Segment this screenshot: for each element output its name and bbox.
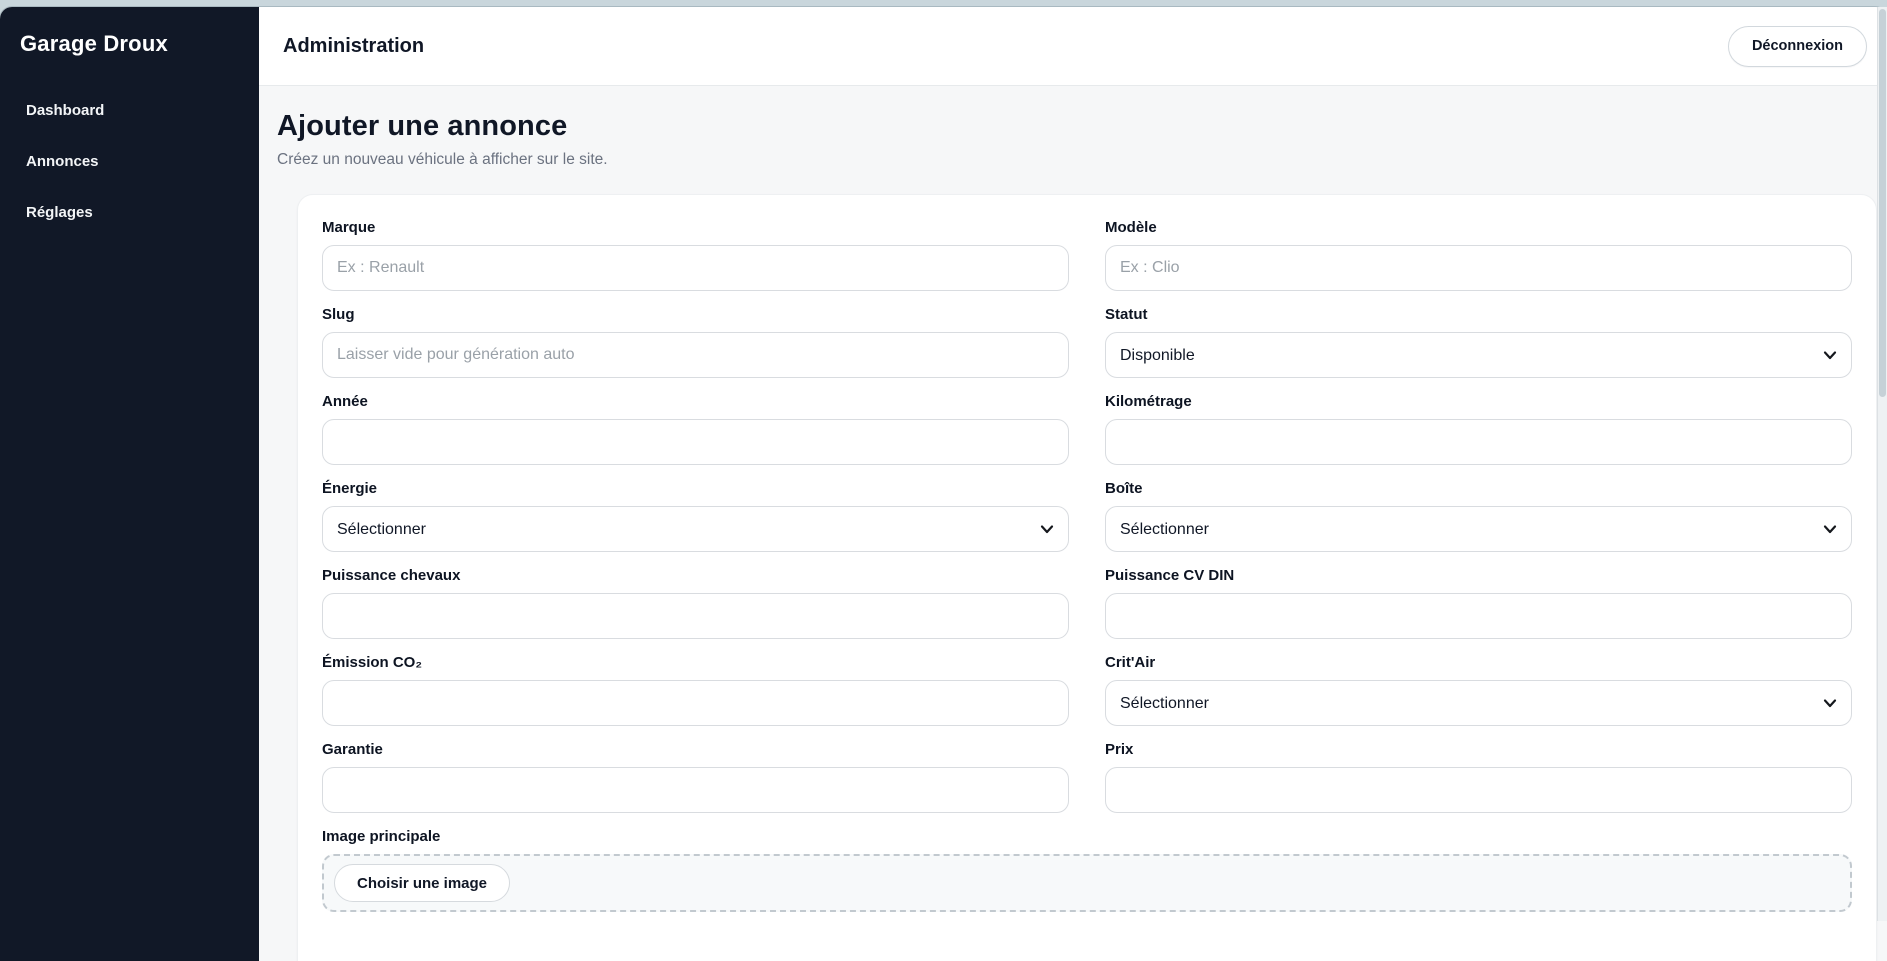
puissance-chevaux-input[interactable] [322,593,1069,639]
field-puissance-chevaux: Puissance chevaux [322,567,1069,639]
field-emission-co2: Émission CO₂ [322,654,1069,726]
emission-co2-input[interactable] [322,680,1069,726]
kilometrage-input[interactable] [1105,419,1852,465]
field-image-principale: Image principale Choisir une image [322,828,1852,912]
logout-button[interactable]: Déconnexion [1728,26,1867,67]
field-puissance-cv-din: Puissance CV DIN [1105,567,1852,639]
sidebar-item-dashboard[interactable]: Dashboard [0,85,259,136]
topbar-title: Administration [283,35,424,58]
field-modele: Modèle [1105,219,1852,291]
field-garantie: Garantie [322,741,1069,813]
field-label-energie: Énergie [322,480,1069,497]
field-label-puissance-chevaux: Puissance chevaux [322,567,1069,584]
field-statut: Statut Disponible [1105,306,1852,378]
page-title: Ajouter une annonce [277,110,1877,143]
prix-input[interactable] [1105,767,1852,813]
content: Ajouter une annonce Créez un nouveau véh… [259,86,1887,961]
field-slug: Slug [322,306,1069,378]
marque-input[interactable] [322,245,1069,291]
critair-select-wrap: Sélectionner [1105,680,1852,726]
field-label-slug: Slug [322,306,1069,323]
brand: Garage Droux [0,31,259,57]
field-boite: Boîte Sélectionner [1105,480,1852,552]
choose-image-button[interactable]: Choisir une image [334,864,510,902]
image-dropzone[interactable]: Choisir une image [322,854,1852,912]
statut-select[interactable]: Disponible [1105,332,1852,378]
slug-input[interactable] [322,332,1069,378]
field-label-boite: Boîte [1105,480,1852,497]
app-window: Garage Droux Dashboard Annonces Réglages… [0,7,1887,961]
field-label-critair: Crit'Air [1105,654,1852,671]
sidebar-item-annonces[interactable]: Annonces [0,136,259,187]
form-grid: Marque Modèle Slug Statut [322,219,1852,912]
scrollbar-thumb[interactable] [1879,9,1886,397]
garantie-input[interactable] [322,767,1069,813]
field-label-prix: Prix [1105,741,1852,758]
page-scrollbar[interactable] [1877,7,1887,921]
energie-select-wrap: Sélectionner [322,506,1069,552]
main-area: Administration Déconnexion Ajouter une a… [259,7,1887,961]
field-label-image-principale: Image principale [322,828,1852,845]
page-subtitle: Créez un nouveau véhicule à afficher sur… [277,151,1877,169]
field-critair: Crit'Air Sélectionner [1105,654,1852,726]
field-label-modele: Modèle [1105,219,1852,236]
field-label-annee: Année [322,393,1069,410]
field-kilometrage: Kilométrage [1105,393,1852,465]
field-prix: Prix [1105,741,1852,813]
field-marque: Marque [322,219,1069,291]
energie-select[interactable]: Sélectionner [322,506,1069,552]
add-annonce-form-card: Marque Modèle Slug Statut [297,194,1877,961]
puissance-cv-din-input[interactable] [1105,593,1852,639]
field-label-puissance-cv-din: Puissance CV DIN [1105,567,1852,584]
topbar: Administration Déconnexion [259,7,1887,86]
boite-select[interactable]: Sélectionner [1105,506,1852,552]
sidebar-item-reglages[interactable]: Réglages [0,187,259,238]
field-energie: Énergie Sélectionner [322,480,1069,552]
statut-select-wrap: Disponible [1105,332,1852,378]
field-annee: Année [322,393,1069,465]
annee-input[interactable] [322,419,1069,465]
modele-input[interactable] [1105,245,1852,291]
field-label-kilometrage: Kilométrage [1105,393,1852,410]
field-label-statut: Statut [1105,306,1852,323]
boite-select-wrap: Sélectionner [1105,506,1852,552]
field-label-marque: Marque [322,219,1069,236]
field-label-emission-co2: Émission CO₂ [322,654,1069,671]
critair-select[interactable]: Sélectionner [1105,680,1852,726]
sidebar: Garage Droux Dashboard Annonces Réglages [0,7,259,961]
field-label-garantie: Garantie [322,741,1069,758]
sidebar-nav: Dashboard Annonces Réglages [0,85,259,238]
